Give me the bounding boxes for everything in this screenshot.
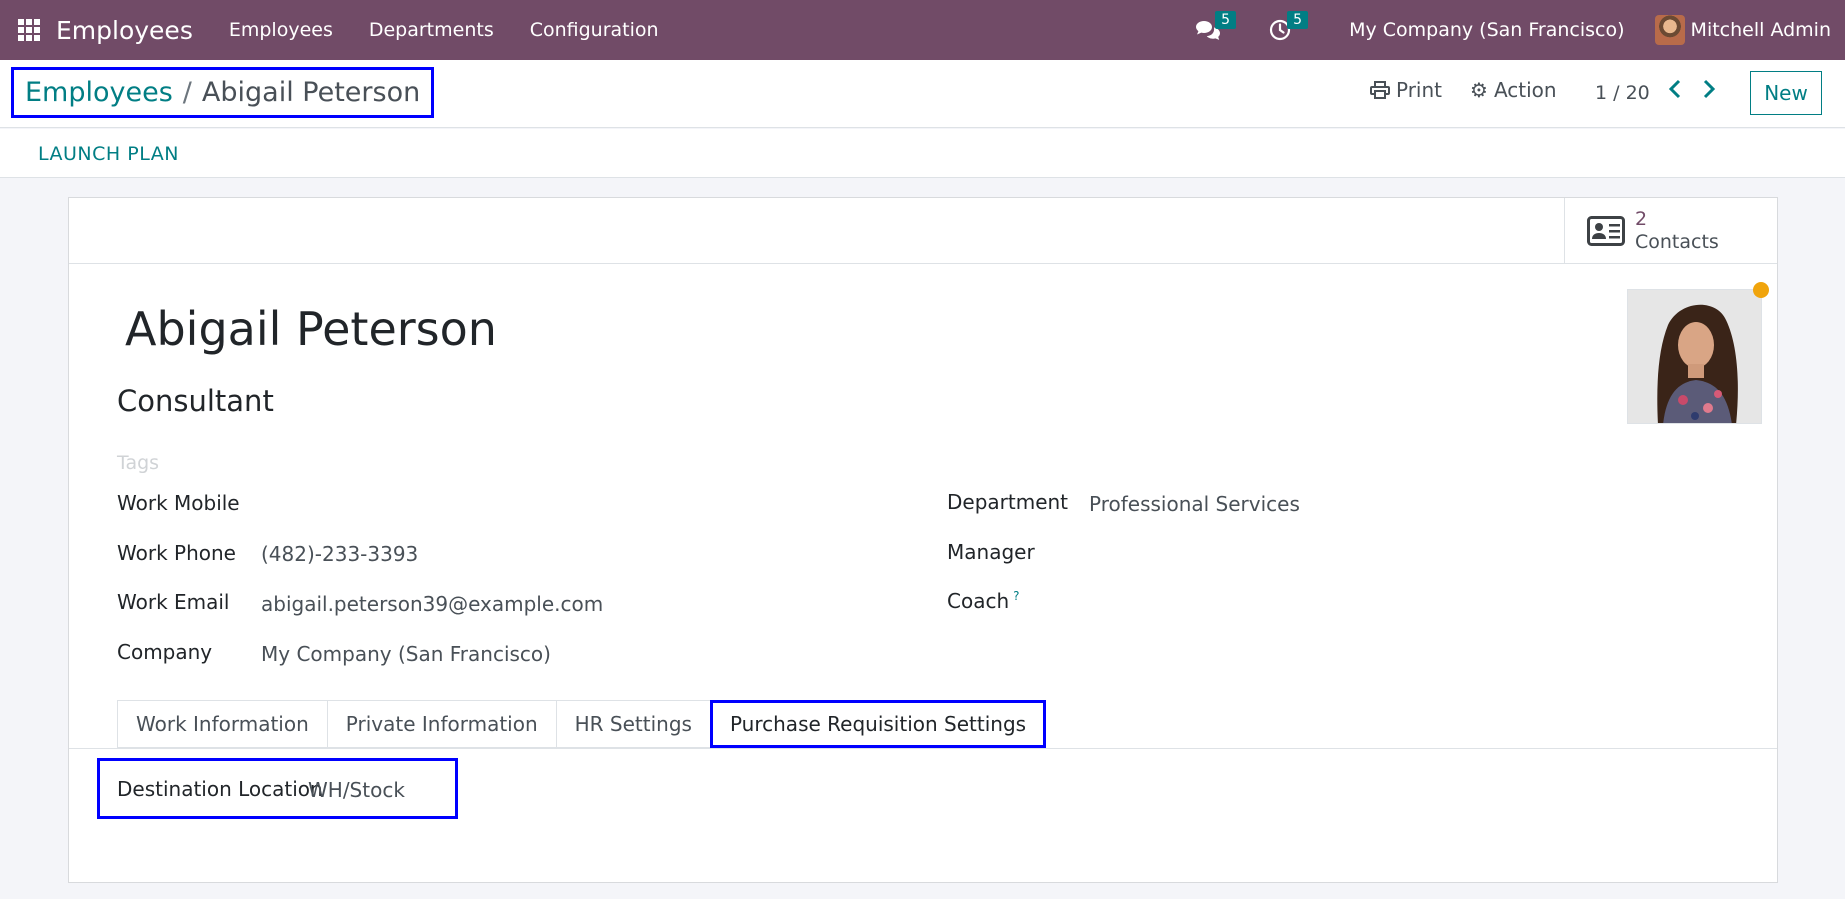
destination-location-field[interactable]: WH/Stock <box>308 778 405 802</box>
manager-label: Manager <box>947 540 1035 564</box>
form-statusbar: LAUNCH PLAN <box>0 129 1845 178</box>
app-name[interactable]: Employees <box>56 16 193 45</box>
work-phone-label: Work Phone <box>117 541 236 565</box>
tab-hr-settings[interactable]: HR Settings <box>555 700 710 748</box>
notebook-tabs: Work Information Private Information HR … <box>117 700 1047 748</box>
user-menu[interactable]: Mitchell Admin <box>1691 19 1831 41</box>
user-avatar[interactable] <box>1654 15 1685 45</box>
contacts-smart-button[interactable]: 2 Contacts <box>1564 198 1777 264</box>
breadcrumb-separator: / <box>182 77 192 108</box>
presence-status-dot <box>1753 282 1769 298</box>
contacts-count: 2 <box>1635 208 1648 230</box>
action-label: Action <box>1493 78 1557 102</box>
tags-input[interactable]: Tags <box>117 452 159 474</box>
tab-work-information[interactable]: Work Information <box>117 700 327 748</box>
action-button[interactable]: ⚙ Action <box>1470 78 1557 102</box>
tabs-divider <box>69 748 1777 749</box>
job-title-field[interactable]: Consultant <box>117 384 274 418</box>
destination-location-group: Destination Location WH/Stock <box>97 758 458 819</box>
employee-name-field[interactable]: Abigail Peterson <box>125 302 497 356</box>
form-sheet: 2 Contacts Abigail Peterson Consultant T… <box>68 197 1778 883</box>
print-button[interactable]: Print <box>1370 78 1442 102</box>
gear-icon: ⚙ <box>1470 78 1488 102</box>
messages-count-badge: 5 <box>1215 11 1236 29</box>
department-label: Department <box>947 490 1069 514</box>
new-button[interactable]: New <box>1750 71 1822 115</box>
smart-button-box: 2 Contacts <box>69 198 1777 264</box>
print-label: Print <box>1396 78 1443 102</box>
company-switcher[interactable]: My Company (San Francisco) <box>1349 19 1624 41</box>
control-panel: Employees / Abigail Peterson Print ⚙ Act… <box>0 60 1845 128</box>
messages-icon[interactable]: 5 <box>1193 11 1236 45</box>
launch-plan-button[interactable]: LAUNCH PLAN <box>38 143 179 165</box>
work-phone-field[interactable]: (482)-233-3393 <box>261 542 418 566</box>
systray: 5 5 My Company (San Francisco) Mitchell … <box>1193 0 1845 60</box>
pager-previous-button[interactable] <box>1668 78 1682 105</box>
coach-label-group: Coach? <box>947 589 1020 613</box>
tab-private-information[interactable]: Private Information <box>326 700 556 748</box>
menu-configuration[interactable]: Configuration <box>530 19 659 41</box>
tab-purchase-requisition-settings[interactable]: Purchase Requisition Settings <box>709 700 1047 748</box>
coach-help-tooltip[interactable]: ? <box>1013 589 1019 603</box>
manager-field[interactable] <box>1089 540 1509 566</box>
top-navbar: Employees Employees Departments Configur… <box>0 0 1845 60</box>
record-actions: Print ⚙ Action <box>1370 78 1557 102</box>
department-field[interactable]: Professional Services <box>1089 492 1300 516</box>
breadcrumb: Employees / Abigail Peterson <box>11 67 435 118</box>
pager-value[interactable]: 1 / 20 <box>1595 82 1650 104</box>
coach-label: Coach <box>947 589 1010 613</box>
work-mobile-field[interactable] <box>261 491 681 517</box>
employee-portrait-image <box>1628 290 1761 423</box>
work-email-field[interactable]: abigail.peterson39@example.com <box>261 592 603 616</box>
apps-menu-icon[interactable] <box>18 19 40 41</box>
contacts-label: Contacts <box>1635 231 1719 253</box>
menu-employees[interactable]: Employees <box>229 19 333 41</box>
destination-location-label: Destination Location <box>117 777 323 801</box>
activities-clock-icon[interactable]: 5 <box>1265 11 1308 45</box>
work-mobile-label: Work Mobile <box>117 491 240 515</box>
company-field[interactable]: My Company (San Francisco) <box>261 642 551 666</box>
contact-card-icon <box>1587 216 1625 246</box>
breadcrumb-employees-link[interactable]: Employees <box>25 77 173 108</box>
employee-photo[interactable] <box>1627 289 1762 424</box>
breadcrumb-current: Abigail Peterson <box>201 77 421 108</box>
chevron-left-icon <box>1668 79 1681 99</box>
work-email-label: Work Email <box>117 590 230 614</box>
company-label: Company <box>117 640 213 664</box>
activities-count-badge: 5 <box>1287 11 1308 29</box>
print-icon <box>1370 81 1390 99</box>
coach-field[interactable] <box>1089 589 1509 615</box>
pager-next-button[interactable] <box>1702 78 1716 105</box>
chevron-right-icon <box>1703 79 1716 99</box>
menu-departments[interactable]: Departments <box>369 19 494 41</box>
